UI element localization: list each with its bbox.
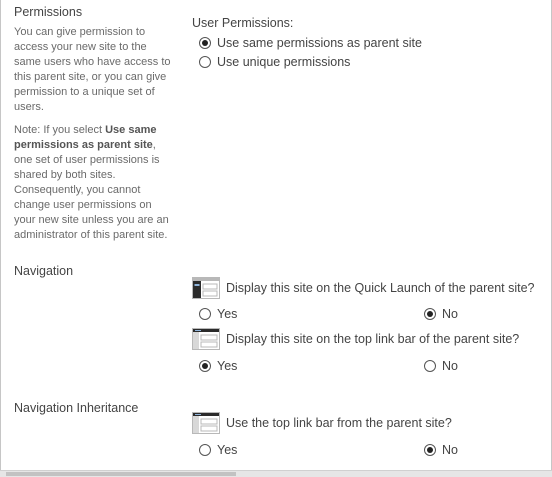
quick-launch-layout-icon xyxy=(192,277,220,299)
radio-label: Use same permissions as parent site xyxy=(217,36,422,50)
radio-label: Yes xyxy=(217,443,238,457)
permissions-note: Note: If you select Use same permissions… xyxy=(14,123,174,243)
top-link-bar-layout-icon xyxy=(192,412,220,434)
use-parent-bar-question: Use the top link bar from the parent sit… xyxy=(192,412,452,434)
quick-launch-no[interactable]: No xyxy=(424,307,458,321)
scrollbar-thumb[interactable] xyxy=(6,472,236,476)
question-text: Display this site on the Quick Launch of… xyxy=(226,281,535,295)
radio-label: Yes xyxy=(217,359,238,373)
permissions-section-title: Permissions xyxy=(14,5,83,19)
navigation-inheritance-section-title: Navigation Inheritance xyxy=(14,401,139,415)
radio-button[interactable] xyxy=(199,444,211,456)
question-text: Use the top link bar from the parent sit… xyxy=(226,416,452,430)
navigation-section-title: Navigation xyxy=(14,264,74,278)
radio-button[interactable] xyxy=(199,360,211,372)
radio-same-permissions[interactable]: Use same permissions as parent site xyxy=(199,36,422,50)
radio-label: No xyxy=(442,443,458,457)
top-link-bar-question: Display this site on the top link bar of… xyxy=(192,328,519,350)
user-permissions-label: User Permissions: xyxy=(192,16,294,30)
note-suffix: , one set of user permissions is shared … xyxy=(14,139,169,241)
use-parent-bar-no[interactable]: No xyxy=(424,443,458,457)
question-text: Display this site on the top link bar of… xyxy=(226,332,520,346)
radio-button[interactable] xyxy=(424,308,436,320)
top-link-bar-layout-icon xyxy=(192,328,220,350)
quick-launch-yes[interactable]: Yes xyxy=(199,307,237,321)
radio-button[interactable] xyxy=(199,56,211,68)
quick-launch-question: Display this site on the Quick Launch of… xyxy=(192,277,535,299)
radio-label: Yes xyxy=(217,307,238,321)
radio-button[interactable] xyxy=(199,308,211,320)
top-link-bar-no[interactable]: No xyxy=(424,359,458,373)
radio-label: No xyxy=(442,307,458,321)
radio-label: No xyxy=(442,359,458,373)
radio-button[interactable] xyxy=(424,444,436,456)
radio-label: Use unique permissions xyxy=(217,55,351,69)
radio-unique-permissions[interactable]: Use unique permissions xyxy=(199,55,350,69)
radio-button[interactable] xyxy=(199,37,211,49)
note-prefix: Note: If you select xyxy=(14,124,106,136)
use-parent-bar-yes[interactable]: Yes xyxy=(199,443,237,457)
radio-button[interactable] xyxy=(424,360,436,372)
top-link-bar-yes[interactable]: Yes xyxy=(199,359,237,373)
permissions-description: You can give permission to access your n… xyxy=(14,26,171,113)
horizontal-scrollbar[interactable] xyxy=(0,470,552,477)
